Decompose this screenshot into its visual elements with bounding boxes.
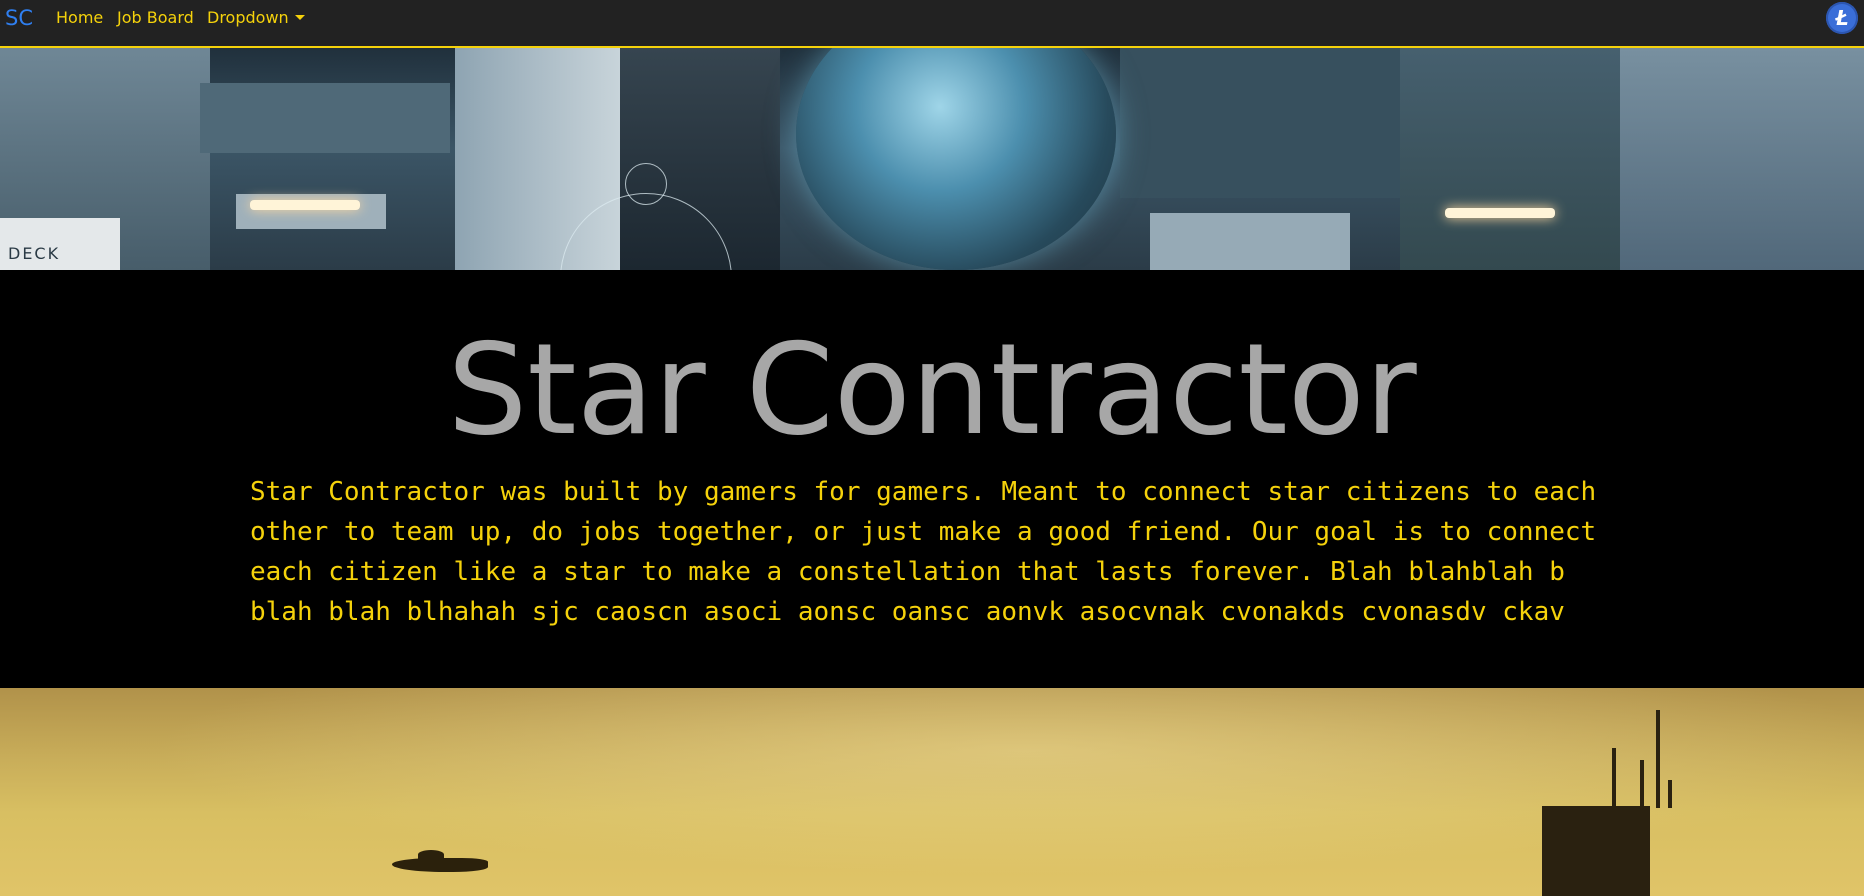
antenna (1612, 748, 1616, 808)
wall-panel (1400, 48, 1620, 270)
wall-panel (1120, 48, 1400, 198)
spaceship-fin (418, 850, 444, 859)
page-title: Star Contractor (447, 316, 1417, 463)
holographic-globe (796, 48, 1116, 270)
brand-logo[interactable]: SC (5, 6, 33, 30)
tower-silhouette (1542, 806, 1650, 896)
litecoin-icon[interactable] (1826, 2, 1858, 34)
wall-panel (1620, 48, 1864, 270)
deck-sign-text: DECK (8, 244, 61, 263)
site-description: Star Contractor was built by gamers for … (250, 477, 1597, 627)
top-navbar: SC Home Job Board Dropdown (0, 0, 1864, 48)
antenna (1668, 780, 1672, 808)
nav-home-link[interactable]: Home (56, 8, 103, 27)
nav-job-board-link[interactable]: Job Board (117, 8, 194, 27)
ceiling-light (250, 200, 360, 210)
hero-top-banner-image: DECK (0, 48, 1864, 270)
antenna (1656, 710, 1660, 808)
ceiling-light (1445, 208, 1555, 218)
wall-panel (1150, 213, 1350, 270)
nav-dropdown-toggle[interactable]: Dropdown (207, 8, 305, 27)
dropdown-label: Dropdown (207, 8, 289, 27)
wall-panel (200, 83, 450, 153)
antenna (1640, 760, 1644, 808)
caret-down-icon (294, 15, 305, 20)
